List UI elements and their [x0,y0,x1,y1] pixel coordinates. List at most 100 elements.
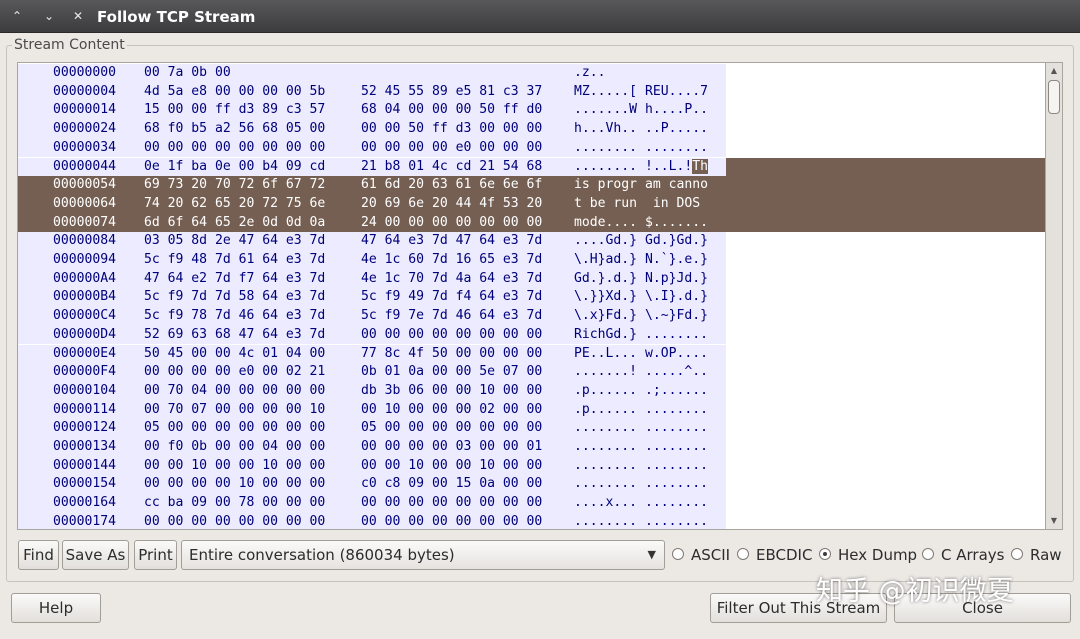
row-hex-bytes-1: 5c f9 7d 7d 58 64 e3 7d [144,288,354,308]
row-hex-bytes-1: 00 00 10 00 00 10 00 00 [144,456,354,476]
dropdown-arrow-icon: ▼ [647,548,656,561]
selection-highlight [726,176,1045,195]
radio-ebcdic-circle [737,548,749,560]
row-ascii: is progr am canno [574,176,726,195]
hex-dump-row: 00000124 05 00 00 00 00 00 00 00 05 00 00 … [18,419,1045,438]
row-ascii: ........ ........ [574,456,726,476]
row-offset: 00000094 [18,251,144,270]
row-hex-bytes-1: 00 00 00 00 10 00 00 00 [144,475,354,495]
row-offset: 00000154 [18,475,144,495]
row-ascii: \.x}Fd.} \.~}Fd.} [574,307,726,326]
scroll-up-icon[interactable]: ▲ [1046,64,1062,78]
hex-dump-row: 00000024 68 f0 b5 a2 56 68 05 00 00 00 50 … [18,120,1045,139]
selection-highlight [726,194,1045,214]
title-bar: ⌃ ⌄ ✕ Follow TCP Stream [0,0,1080,33]
row-hex-bytes-1: 74 20 62 65 20 72 75 6e [144,194,354,214]
hex-dump-row: 000000A4 47 64 e2 7d f7 64 e3 7d 4e 1c 70 … [18,269,1045,289]
row-hex-bytes-1: 00 00 00 00 00 00 00 00 [144,138,354,158]
row-offset: 00000104 [18,381,144,401]
row-hex-bytes-2: 00 00 00 00 00 00 00 00 [354,494,574,513]
row-hex-bytes-1: 03 05 8d 2e 47 64 e3 7d [144,232,354,251]
help-button[interactable]: Help [11,593,101,623]
row-ascii: .......W h....P.. [574,101,726,121]
stream-content-label: Stream Content [12,37,127,53]
row-offset: 00000004 [18,82,144,102]
row-hex-bytes-2: 05 00 00 00 00 00 00 00 [354,419,574,438]
row-hex-bytes-1: 00 70 07 00 00 00 00 10 [144,400,354,420]
hex-dump-row: 00000000 00 7a 0b 00 .z.. [18,64,1045,83]
row-ascii: ....x... ........ [574,494,726,513]
radio-hex-dump-circle [819,548,831,560]
row-hex-bytes-2 [354,64,574,83]
row-ascii: PE..L... w.OP.... [574,344,726,364]
hex-dump-row: 00000114 00 70 07 00 00 00 00 10 00 10 00 … [18,400,1045,420]
hex-dump-row: 000000D4 52 69 63 68 47 64 e3 7d 00 00 00 … [18,325,1045,345]
row-ascii: t be run in DOS [574,194,726,214]
close-window-icon[interactable]: ✕ [69,7,87,25]
row-hex-bytes-1: cc ba 09 00 78 00 00 00 [144,494,354,513]
row-hex-bytes-2: 4e 1c 70 7d 4a 64 e3 7d [354,269,574,289]
row-ascii: \.H}ad.} N.`}.e.} [574,251,726,270]
print-button[interactable]: Print [134,540,177,570]
row-ascii: ........ ........ [574,419,726,438]
row-offset: 00000034 [18,138,144,158]
row-ascii: ........ ........ [574,512,726,529]
row-ascii: .......! .....^.. [574,363,726,382]
stream-content-view[interactable]: 00000000 00 7a 0b 00 .z.. 00000004 4d 5a e8 … [17,62,1046,530]
row-ascii: ........ ........ [574,438,726,457]
row-hex-bytes-1: 15 00 00 ff d3 89 c3 57 [144,101,354,121]
watermark-text: 知乎 @初识微夏 [816,576,1014,607]
row-hex-bytes-1: 5c f9 48 7d 61 64 e3 7d [144,251,354,270]
window-menu-up-icon[interactable]: ⌃ [8,7,26,25]
row-ascii: MZ.....[ REU....7 [574,82,726,102]
row-hex-bytes-1: 00 f0 0b 00 00 04 00 00 [144,438,354,457]
save-as-button[interactable]: Save As [62,540,129,570]
row-offset: 00000164 [18,494,144,513]
radio-ebcdic-label: EBCDIC [756,546,813,564]
hex-dump-row: 00000094 5c f9 48 7d 61 64 e3 7d 4e 1c 60 … [18,251,1045,270]
hex-dump-row: 00000104 00 70 04 00 00 00 00 00 db 3b 06 … [18,381,1045,401]
radio-raw-label: Raw [1030,546,1062,564]
row-hex-bytes-1: 47 64 e2 7d f7 64 e3 7d [144,269,354,289]
row-hex-bytes-2: db 3b 06 00 00 10 00 00 [354,381,574,401]
row-offset: 000000E4 [18,344,144,364]
conversation-select-value: Entire conversation (860034 bytes) [189,546,455,564]
hex-dump-row: 000000E4 50 45 00 00 4c 01 04 00 77 8c 4f … [18,344,1045,364]
hex-dump-row: 000000B4 5c f9 7d 7d 58 64 e3 7d 5c f9 49 … [18,288,1045,308]
row-ascii: Gd.}.d.} N.p}Jd.} [574,269,726,289]
row-ascii: mode.... $....... [574,213,726,233]
find-button[interactable]: Find [18,540,59,570]
minimize-icon[interactable]: ⌄ [40,7,58,25]
row-offset: 00000054 [18,176,144,195]
row-hex-bytes-2: 00 00 10 00 00 10 00 00 [354,456,574,476]
row-hex-bytes-2: 61 6d 20 63 61 6e 6e 6f [354,176,574,195]
radio-hex-dump-label: Hex Dump [838,546,918,564]
row-ascii: .p...... ........ [574,400,726,420]
row-offset: 000000B4 [18,288,144,308]
row-offset: 00000114 [18,400,144,420]
row-hex-bytes-2: 47 64 e3 7d 47 64 e3 7d [354,232,574,251]
row-offset: 00000144 [18,456,144,476]
conversation-select[interactable]: Entire conversation (860034 bytes) ▼ [181,540,665,570]
hex-dump-row: 00000014 15 00 00 ff d3 89 c3 57 68 04 00 … [18,101,1045,121]
row-hex-bytes-2: 0b 01 0a 00 00 5e 07 00 [354,363,574,382]
row-offset: 000000A4 [18,269,144,289]
scroll-thumb[interactable] [1048,80,1060,114]
row-ascii: ........ !..L.!Th [574,157,726,177]
row-offset: 000000F4 [18,363,144,382]
row-ascii: RichGd.} ........ [574,325,726,345]
row-hex-bytes-1: 00 70 04 00 00 00 00 00 [144,381,354,401]
row-offset: 00000014 [18,101,144,121]
row-hex-bytes-2: 5c f9 7e 7d 46 64 e3 7d [354,307,574,326]
row-offset: 00000024 [18,120,144,139]
row-offset: 00000084 [18,232,144,251]
vertical-scrollbar[interactable]: ▲ ▼ [1045,62,1063,530]
scroll-down-icon[interactable]: ▼ [1046,514,1062,528]
hex-dump-row: 00000154 00 00 00 00 10 00 00 00 c0 c8 09 … [18,475,1045,495]
hex-dump-row: 00000134 00 f0 0b 00 00 04 00 00 00 00 00 … [18,438,1045,457]
window-title: Follow TCP Stream [97,8,256,26]
row-hex-bytes-1: 00 00 00 00 00 00 00 00 [144,512,354,529]
row-hex-bytes-1: 05 00 00 00 00 00 00 00 [144,419,354,438]
hex-dump-row: 00000174 00 00 00 00 00 00 00 00 00 00 00 … [18,512,1045,529]
row-hex-bytes-2: 00 00 00 00 03 00 00 01 [354,438,574,457]
